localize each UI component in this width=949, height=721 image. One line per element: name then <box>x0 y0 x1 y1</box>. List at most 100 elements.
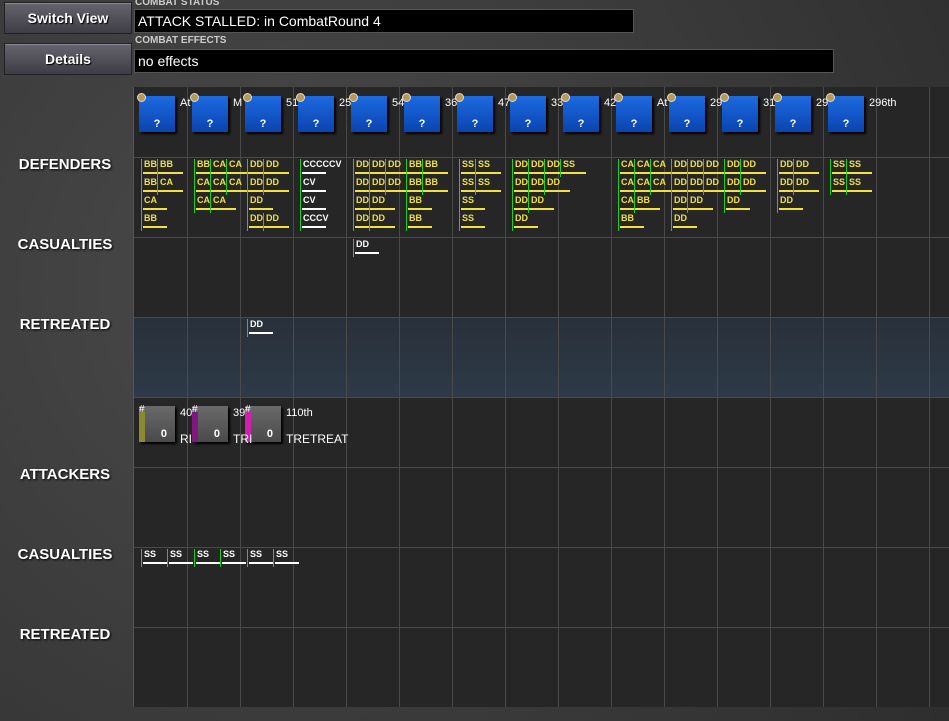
unit-unknown-mark: ? <box>471 118 479 130</box>
defenders-label: DEFENDERS <box>18 156 112 173</box>
ship-ss[interactable]: SS <box>273 549 299 567</box>
ship-dd[interactable]: DD <box>777 195 803 213</box>
grid-line <box>134 547 949 548</box>
unit-label: 39 <box>233 407 246 419</box>
defender-unit[interactable]: ? <box>455 93 493 132</box>
unit-badge-icon <box>773 93 782 102</box>
unit-unknown-mark: ? <box>153 118 161 130</box>
ship-ca[interactable]: CA <box>141 195 167 213</box>
ship-ss[interactable]: SS <box>141 549 167 567</box>
ship-dd[interactable]: DD <box>369 195 395 213</box>
ship-ss[interactable]: SS <box>846 159 872 177</box>
ship-cv[interactable]: CV <box>300 177 326 195</box>
defender-retreated-label: RETREATED <box>19 316 111 333</box>
ship-dd[interactable]: DD <box>512 213 538 231</box>
grid-line <box>134 317 949 318</box>
unit-unknown-mark: ? <box>736 118 744 130</box>
defender-unit[interactable]: ? <box>190 93 228 132</box>
ship-bb[interactable]: BB <box>618 213 644 231</box>
ship-ca[interactable]: CA <box>210 195 236 213</box>
grid-line <box>134 397 949 398</box>
combat-effects-field: no effects <box>134 49 834 73</box>
ship-cv[interactable]: CV <box>300 195 326 213</box>
defender-unit[interactable]: ? <box>349 93 387 132</box>
ship-dd[interactable]: DD <box>263 213 289 231</box>
defender-unit[interactable]: ? <box>296 93 334 132</box>
unit-unknown-mark: ? <box>683 118 691 130</box>
ship-dd[interactable]: DD <box>687 195 713 213</box>
defender-unit[interactable]: ? <box>508 93 546 132</box>
ship-cccv[interactable]: CCCV <box>300 213 329 231</box>
grid-line <box>134 237 949 238</box>
unit-value: 0 <box>266 428 273 440</box>
ship-dd[interactable]: DD <box>740 177 766 195</box>
ship-dd[interactable]: DD <box>740 159 766 177</box>
unit-badge-icon <box>190 93 199 102</box>
ship-ca[interactable]: CA <box>157 177 183 195</box>
combat-status-field: ATTACK STALLED: in CombatRound 4 <box>134 9 634 33</box>
ship-ss[interactable]: SS <box>167 549 193 567</box>
attacker-unit[interactable]: #0 <box>139 404 175 442</box>
unit-unknown-mark: ? <box>789 118 797 130</box>
ship-dd[interactable]: DD <box>263 177 289 195</box>
ship-bb[interactable]: BB <box>406 213 432 231</box>
ship-dd[interactable]: DD <box>671 213 697 231</box>
unit-badge-icon <box>826 93 835 102</box>
unit-unknown-mark: ? <box>524 118 532 130</box>
unit-strength-bar <box>139 412 145 442</box>
ship-dd[interactable]: DD <box>247 319 273 337</box>
grid-line <box>134 157 949 158</box>
ship-bb[interactable]: BB <box>157 159 183 177</box>
ship-cccccv[interactable]: CCCCCV <box>300 159 342 177</box>
unit-badge-icon <box>402 93 411 102</box>
ship-ss[interactable]: SS <box>247 549 273 567</box>
defender-unit[interactable]: ? <box>402 93 440 132</box>
ship-dd[interactable]: DD <box>353 239 379 257</box>
ship-dd[interactable]: DD <box>793 159 819 177</box>
ship-bb[interactable]: BB <box>406 195 432 213</box>
ship-ss[interactable]: SS <box>459 213 485 231</box>
attacker-unit[interactable]: #0 <box>192 404 228 442</box>
unit-label: M <box>233 97 243 109</box>
ship-dd[interactable]: DD <box>263 159 289 177</box>
unit-badge-icon <box>720 93 729 102</box>
unit-badge-icon <box>137 93 146 102</box>
ship-dd[interactable]: DD <box>544 177 570 195</box>
unit-badge-icon <box>667 93 676 102</box>
ship-bb[interactable]: BB <box>634 195 660 213</box>
unit-badge-icon <box>561 93 570 102</box>
defender-unit[interactable]: ? <box>614 93 652 132</box>
ship-ss[interactable]: SS <box>475 177 501 195</box>
ship-dd[interactable]: DD <box>724 195 750 213</box>
ship-dd[interactable]: DD <box>369 213 395 231</box>
unit-unknown-mark: ? <box>842 118 850 130</box>
ship-ss[interactable]: SS <box>560 159 586 177</box>
ship-ss[interactable]: SS <box>194 549 220 567</box>
unit-badge-icon <box>508 93 517 102</box>
ship-bb[interactable]: BB <box>422 159 448 177</box>
unit-label: 40 <box>180 407 193 419</box>
ship-dd[interactable]: DD <box>247 195 273 213</box>
defender-unit[interactable]: ? <box>243 93 281 132</box>
ship-ss[interactable]: SS <box>459 195 485 213</box>
defender-casualties-label: CASUALTIES <box>17 236 113 253</box>
details-button[interactable]: Details <box>4 43 132 75</box>
ship-ss[interactable]: SS <box>475 159 501 177</box>
defender-unit[interactable]: ? <box>773 93 811 132</box>
unit-type-icon: # <box>192 404 198 415</box>
defender-unit[interactable]: ? <box>826 93 864 132</box>
defender-unit[interactable]: ? <box>561 93 599 132</box>
ship-bb[interactable]: BB <box>141 213 167 231</box>
ship-dd[interactable]: DD <box>793 177 819 195</box>
unit-badge-icon <box>614 93 623 102</box>
unit-status: RI <box>180 432 192 446</box>
grid-line <box>134 467 949 468</box>
defender-unit[interactable]: ? <box>137 93 175 132</box>
ship-dd[interactable]: DD <box>528 195 554 213</box>
ship-ss[interactable]: SS <box>220 549 246 567</box>
ship-bb[interactable]: BB <box>422 177 448 195</box>
switch-view-button[interactable]: Switch View <box>4 2 132 34</box>
ship-ss[interactable]: SS <box>846 177 872 195</box>
defender-unit[interactable]: ? <box>667 93 705 132</box>
defender-unit[interactable]: ? <box>720 93 758 132</box>
